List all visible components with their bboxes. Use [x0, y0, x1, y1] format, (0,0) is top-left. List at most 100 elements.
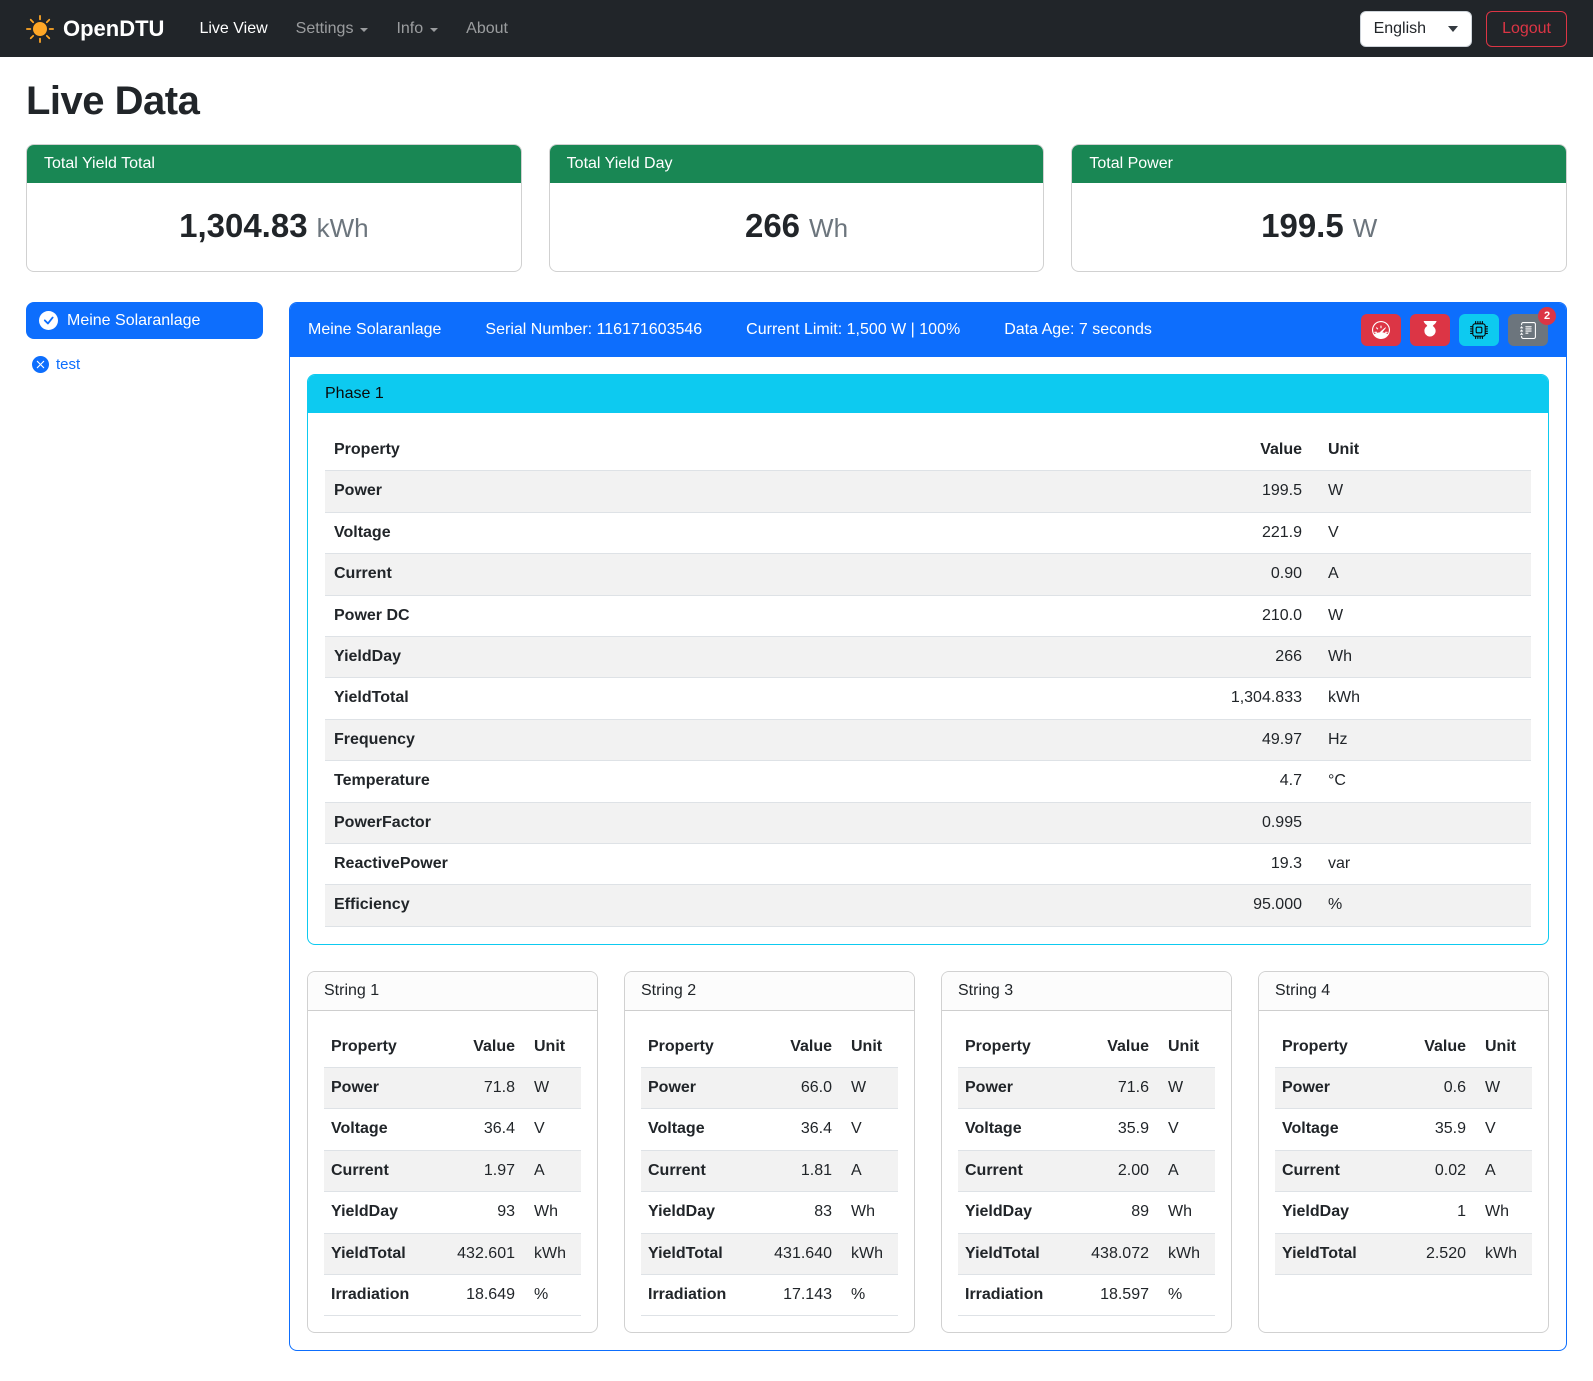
row-unit: V	[1161, 1109, 1215, 1150]
row-unit: Wh	[844, 1192, 898, 1233]
row-unit: Wh	[1161, 1192, 1215, 1233]
total-power-unit: W	[1353, 213, 1378, 243]
row-unit: kWh	[1161, 1233, 1215, 1274]
row-value: 1.97	[431, 1150, 527, 1191]
row-property: YieldDay	[325, 636, 1179, 677]
row-value: 36.4	[748, 1109, 844, 1150]
row-value: 1,304.833	[1179, 678, 1319, 719]
row-property: Power DC	[325, 595, 1179, 636]
string-card-2: String 2 Property Value Unit	[624, 971, 915, 1334]
phase-table-body: Power 199.5 W Voltage 221.9 V	[325, 471, 1531, 926]
row-property: Voltage	[641, 1109, 748, 1150]
table-row: YieldTotal 2.520 kWh	[1275, 1233, 1532, 1274]
event-log-button[interactable]: 2	[1508, 314, 1548, 346]
column-value: Value	[431, 1027, 527, 1068]
row-unit: %	[1319, 885, 1531, 926]
nav-item-settings[interactable]: Settings	[283, 12, 382, 46]
sun-logo-icon	[26, 15, 54, 43]
row-property: YieldTotal	[1275, 1233, 1382, 1274]
journal-text-icon	[1520, 322, 1537, 339]
nav-item-about[interactable]: About	[453, 12, 521, 46]
table-header-row: Property Value Unit	[325, 430, 1531, 471]
sidebar-item-label: test	[56, 356, 80, 373]
table-row: Current 0.90 A	[325, 554, 1531, 595]
power-icon	[1421, 321, 1439, 339]
row-unit: Wh	[1319, 636, 1531, 677]
table-row: Current 2.00 A	[958, 1150, 1215, 1191]
card-body: 1,304.83kWh	[27, 183, 521, 271]
brand-name: OpenDTU	[63, 16, 164, 42]
row-value: 71.6	[1065, 1068, 1161, 1109]
limit-gauge-button[interactable]	[1361, 314, 1401, 346]
row-value: 266	[1179, 636, 1319, 677]
row-unit: Wh	[527, 1192, 581, 1233]
row-value: 49.97	[1179, 719, 1319, 760]
row-value: 0.02	[1382, 1150, 1478, 1191]
row-property: Power	[325, 471, 1179, 512]
row-property: Voltage	[1275, 1109, 1382, 1150]
phase-table: Property Value Unit Power	[325, 430, 1531, 927]
row-value: 0.90	[1179, 554, 1319, 595]
table-row: Frequency 49.97 Hz	[325, 719, 1531, 760]
chevron-down-icon	[1448, 26, 1458, 32]
column-unit: Unit	[1161, 1027, 1215, 1068]
inverter-data-age: Data Age: 7 seconds	[1004, 321, 1152, 339]
inverter-card: Meine Solaranlage Serial Number: 1161716…	[289, 302, 1567, 1351]
row-value: 210.0	[1179, 595, 1319, 636]
row-value: 95.000	[1179, 885, 1319, 926]
row-unit: A	[844, 1150, 898, 1191]
sidebar-item-inverter[interactable]: Meine Solaranlage	[26, 302, 263, 339]
brand[interactable]: OpenDTU	[26, 15, 164, 43]
total-power-value: 199.5	[1261, 207, 1344, 244]
row-value: 83	[748, 1192, 844, 1233]
row-property: YieldDay	[324, 1192, 431, 1233]
string-body: Property Value Unit Power	[308, 1011, 597, 1333]
sidebar-item-test[interactable]: test	[26, 355, 86, 374]
row-unit: W	[1319, 471, 1531, 512]
row-unit: kWh	[844, 1233, 898, 1274]
row-property: YieldDay	[958, 1192, 1065, 1233]
row-unit: kWh	[527, 1233, 581, 1274]
string-title: String 2	[625, 972, 914, 1011]
device-info-button[interactable]	[1459, 314, 1499, 346]
string-card-3: String 3 Property Value Unit	[941, 971, 1232, 1334]
row-unit: V	[527, 1109, 581, 1150]
row-property: Current	[324, 1150, 431, 1191]
nav-item-live-view[interactable]: Live View	[186, 12, 280, 46]
strings-row: String 1 Property Value Unit	[307, 971, 1549, 1334]
logout-button[interactable]: Logout	[1486, 11, 1567, 47]
phase-card: Phase 1 Property Value Unit	[307, 374, 1549, 945]
row-property: Irradiation	[641, 1275, 748, 1316]
table-row: Power DC 210.0 W	[325, 595, 1531, 636]
speedometer-icon	[1372, 321, 1390, 339]
card-total-yield-total: Total Yield Total 1,304.83kWh	[26, 144, 522, 272]
nav-item-label: About	[466, 20, 508, 38]
column-unit: Unit	[527, 1027, 581, 1068]
nav-links: Live View Settings Info About	[186, 12, 521, 46]
string-card-4: String 4 Property Value Unit	[1258, 971, 1549, 1334]
row-unit	[1319, 802, 1531, 843]
row-value: 431.640	[748, 1233, 844, 1274]
row-property: Voltage	[324, 1109, 431, 1150]
row-unit: W	[1161, 1068, 1215, 1109]
row-property: Voltage	[958, 1109, 1065, 1150]
power-button[interactable]	[1410, 314, 1450, 346]
table-row: YieldDay 83 Wh	[641, 1192, 898, 1233]
table-row: YieldTotal 431.640 kWh	[641, 1233, 898, 1274]
row-value: 71.8	[431, 1068, 527, 1109]
string-title: String 4	[1259, 972, 1548, 1011]
table-row: YieldTotal 438.072 kWh	[958, 1233, 1215, 1274]
row-property: Frequency	[325, 719, 1179, 760]
row-property: Current	[958, 1150, 1065, 1191]
navbar: OpenDTU Live View Settings Info About En…	[0, 0, 1593, 57]
row-unit: A	[1161, 1150, 1215, 1191]
inverter-name: Meine Solaranlage	[308, 321, 441, 339]
row-value: 19.3	[1179, 843, 1319, 884]
column-unit: Unit	[844, 1027, 898, 1068]
total-yield-total-value: 1,304.83	[179, 207, 307, 244]
check-circle-icon	[39, 311, 58, 330]
nav-item-info[interactable]: Info	[383, 12, 451, 46]
table-row: Voltage 35.9 V	[1275, 1109, 1532, 1150]
cpu-icon	[1470, 321, 1488, 339]
language-select[interactable]: English	[1360, 11, 1472, 47]
